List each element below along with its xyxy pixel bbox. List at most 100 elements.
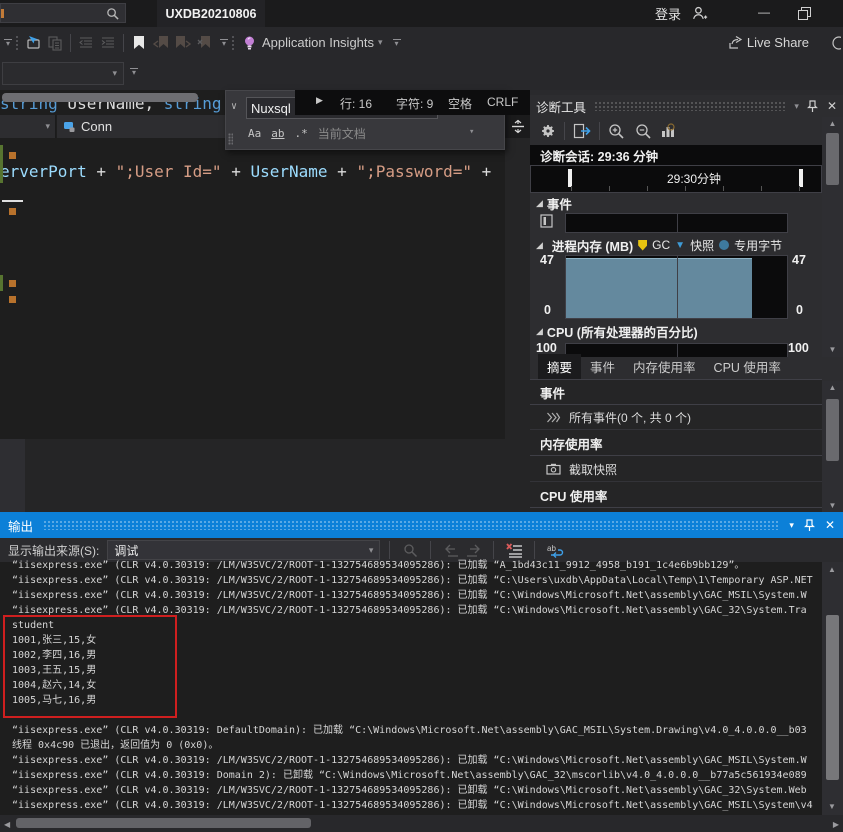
regex-toggle[interactable]: .* (295, 127, 308, 140)
scope-chevron-icon[interactable]: ▾ (469, 128, 474, 137)
expand-replace-chevron-icon[interactable]: ∨ (231, 101, 237, 112)
status-spaces[interactable]: 空格 (448, 95, 472, 112)
snapshot-legend-label: 快照 (690, 237, 714, 254)
find-widget-grip[interactable] (228, 133, 233, 145)
code-token: + (328, 162, 357, 181)
output-line: 线程 0x4c90 已退出，返回值为 0 (0x0)。 (0, 738, 822, 753)
output-line: “iisexpress.exe” (CLR v4.0.30319: /LM/W3… (0, 588, 822, 603)
output-vertical-scrollbar[interactable]: ▲ ▼ (822, 562, 843, 815)
diag-settings-gear-icon[interactable] (540, 123, 556, 139)
scroll-left-icon[interactable]: ◀ (4, 818, 10, 832)
indent-increase-icon[interactable] (97, 32, 119, 54)
toolbar-drag-handle[interactable] (231, 35, 235, 51)
output-horizontal-scrollbar[interactable]: ◀ ▶ (0, 815, 843, 832)
diag-timeline[interactable]: 29:30分钟 (530, 165, 822, 193)
collapse-triangle-icon[interactable]: ◢ (536, 240, 543, 251)
scroll-down-icon[interactable]: ▼ (828, 800, 836, 814)
scroll-thumb[interactable] (826, 615, 839, 780)
editor-hscroll-thumb[interactable] (2, 93, 198, 102)
collapse-triangle-icon[interactable]: ◢ (536, 198, 543, 209)
clear-bookmarks-icon[interactable] (194, 32, 216, 54)
match-case-toggle[interactable]: Aa (248, 127, 261, 140)
timeline-marker (799, 169, 803, 187)
diag-tab[interactable]: 内存使用率 (624, 354, 705, 379)
status-line-ending[interactable]: CRLF (487, 95, 518, 109)
whole-word-toggle[interactable]: ab (271, 127, 284, 140)
live-share-icon[interactable] (725, 32, 747, 54)
zoom-in-icon[interactable] (608, 123, 625, 140)
diag-tab-strip: 摘要事件内存使用率CPU 使用率 (530, 357, 822, 379)
take-snapshot-link[interactable]: 截取快照 (530, 457, 822, 482)
diag-tab[interactable]: 事件 (581, 354, 624, 379)
diag-tab[interactable]: CPU 使用率 (705, 354, 790, 379)
panel-menu-chevron-icon[interactable]: ▾ (789, 520, 794, 531)
pointer-window-icon[interactable] (22, 32, 44, 54)
scroll-down-icon[interactable]: ▼ (829, 499, 837, 513)
pin-icon[interactable] (807, 100, 818, 113)
sign-in-button[interactable]: 登录 (655, 4, 681, 23)
expand-status-icon[interactable]: ▶ (316, 95, 323, 106)
output-line: “iisexpress.exe” (CLR v4.0.30319: /LM/W3… (0, 783, 822, 798)
toolbar-combobox[interactable]: ▾ (2, 62, 124, 85)
toolbar-overflow-icon[interactable]: ▾ (130, 68, 138, 75)
code-editor[interactable]: string UserName, string erverPort + ";Us… (0, 90, 505, 439)
toolbar-overflow-icon[interactable]: ▾ (393, 39, 401, 46)
snapshot-triangle-icon: ▼ (675, 240, 685, 251)
scroll-up-icon[interactable]: ▲ (828, 563, 836, 577)
collapse-triangle-icon[interactable]: ◢ (536, 326, 543, 337)
diag-scrollbar[interactable]: ▲ ▼ (822, 117, 843, 357)
toolbar-overflow-icon[interactable]: ▾ (220, 39, 228, 46)
diag-memory-header: 进程内存 (MB) (552, 236, 633, 255)
live-share-button[interactable]: Live Share (747, 35, 809, 50)
all-events-link[interactable]: 所有事件(0 个, 共 0 个) (530, 405, 822, 430)
output-line: “iisexpress.exe” (CLR v4.0.30319: /LM/W3… (0, 558, 822, 573)
secondary-toolbar: ▾ ▾ (0, 58, 843, 90)
user-add-icon[interactable] (691, 5, 708, 22)
code-token: ";Password=" (356, 162, 472, 181)
indent-decrease-icon[interactable] (75, 32, 97, 54)
diag-tab[interactable]: 摘要 (538, 354, 581, 379)
bookmark-icon[interactable] (128, 32, 150, 54)
scroll-down-icon[interactable]: ▼ (829, 343, 837, 357)
quick-launch-search[interactable] (0, 3, 126, 23)
export-report-icon[interactable] (573, 123, 591, 139)
timeline-ticks (571, 186, 801, 191)
panel-menu-chevron-icon[interactable]: ▾ (794, 102, 799, 111)
output-line: “iisexpress.exe” (CLR v4.0.30319: /LM/W3… (0, 573, 822, 588)
toolbar-drag-handle[interactable] (15, 35, 19, 51)
search-scope-dropdown[interactable]: 当前文档 (318, 125, 366, 142)
next-bookmark-icon[interactable] (172, 32, 194, 54)
pin-icon[interactable] (804, 519, 815, 532)
application-insights-dropdown[interactable]: Application Insights (262, 35, 374, 50)
toolbar-overflow-icon[interactable]: ▾ (4, 39, 12, 46)
chevron-down-icon[interactable]: ▾ (378, 38, 383, 47)
prev-bookmark-icon[interactable] (150, 32, 172, 54)
scroll-up-icon[interactable]: ▲ (829, 117, 837, 131)
diag-summary-pane: 事件 所有事件(0 个, 共 0 个) 内存使用率 截取快照 C (530, 379, 822, 513)
scroll-right-icon[interactable]: ▶ (833, 818, 839, 832)
reset-view-chart-icon[interactable] (660, 123, 677, 139)
close-panel-icon[interactable]: ✕ (827, 99, 837, 113)
document-tab[interactable]: UXDB20210806 (157, 0, 265, 27)
panel-title-texture (594, 101, 786, 111)
memory-chart (565, 255, 788, 319)
minimize-button[interactable]: — (750, 5, 778, 19)
types-dropdown[interactable]: ▾ (0, 115, 56, 138)
memory-axis-min-left: 0 (544, 303, 551, 317)
diag-panel-title: 诊断工具 (536, 97, 586, 116)
summary-scrollbar[interactable]: ▲ ▼ (822, 381, 843, 513)
scroll-thumb[interactable] (16, 818, 311, 828)
zoom-out-icon[interactable] (635, 123, 652, 140)
close-panel-icon[interactable]: ✕ (825, 518, 835, 532)
copy-documents-icon[interactable] (44, 32, 66, 54)
gc-legend-label: GC (652, 238, 670, 252)
intellitrace-icon (540, 214, 553, 228)
output-line: “iisexpress.exe” (CLR v4.0.30319: /LM/W3… (0, 753, 822, 768)
output-source-dropdown[interactable]: 调试 ▾ (107, 540, 380, 560)
cpu-axis-max-right: 100 (788, 341, 809, 355)
restore-button[interactable] (798, 7, 811, 20)
scroll-up-icon[interactable]: ▲ (829, 381, 837, 395)
feedback-icon-clipped[interactable] (831, 35, 841, 51)
split-editor-button[interactable] (505, 115, 530, 138)
highlight-box (3, 615, 177, 718)
